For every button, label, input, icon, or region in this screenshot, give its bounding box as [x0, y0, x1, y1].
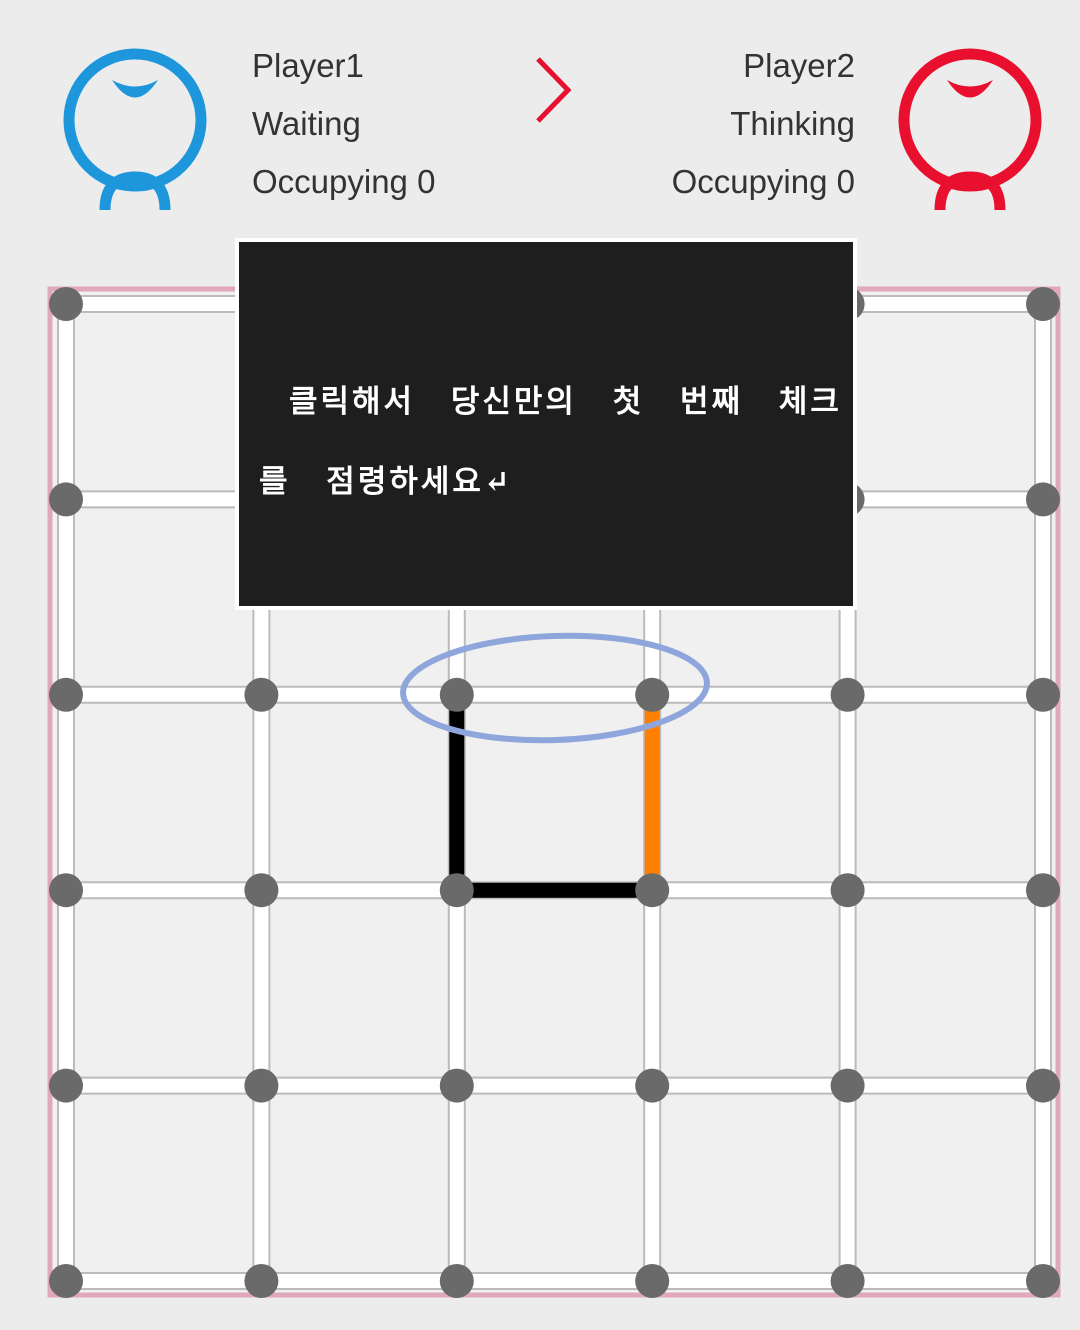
grid-dot[interactable] — [244, 1264, 279, 1298]
grid-dot[interactable] — [1026, 677, 1060, 712]
grid-dot[interactable] — [1026, 873, 1060, 908]
player1-name: Player1 — [252, 47, 364, 84]
player2-score: Occupying 0 — [671, 163, 855, 200]
player2-info: Player2 Thinking Occupying 0 — [672, 37, 855, 211]
grid-dot[interactable] — [49, 287, 83, 321]
grid-dot[interactable] — [830, 873, 865, 908]
grid-dot[interactable] — [635, 1264, 670, 1298]
player1-score: Occupying 0 — [252, 163, 436, 200]
grid-dot[interactable] — [439, 677, 474, 712]
grid-dot[interactable] — [49, 1264, 83, 1298]
grid-dot[interactable] — [244, 1068, 279, 1103]
grid-dot[interactable] — [1026, 287, 1060, 321]
grid-dot[interactable] — [1026, 1264, 1060, 1298]
player1-avatar-icon — [63, 48, 207, 211]
grid-dot[interactable] — [439, 873, 474, 908]
grid-dot[interactable] — [830, 1068, 865, 1103]
player2-avatar-icon — [898, 48, 1042, 211]
grid-dot[interactable] — [244, 677, 279, 712]
grid-dot[interactable] — [1026, 1068, 1060, 1103]
grid-dot[interactable] — [635, 1068, 670, 1103]
player1-status: Waiting — [252, 105, 361, 142]
annotation-overlay: 클릭해서 당신만의 첫 번째 체크를 점령하세요↵ — [235, 238, 857, 610]
annotation-text: 클릭해서 당신만의 첫 번째 체크를 점령하세요↵ — [259, 384, 842, 500]
player1-info: Player1 Waiting Occupying 0 — [252, 37, 435, 211]
grid-dot[interactable] — [830, 1264, 865, 1298]
player2-status: Thinking — [730, 105, 855, 142]
player2-name: Player2 — [743, 47, 855, 84]
grid-dot[interactable] — [830, 677, 865, 712]
grid-dot[interactable] — [439, 1264, 474, 1298]
chevron-right-icon — [536, 57, 572, 123]
grid-dot[interactable] — [635, 677, 670, 712]
grid-dot[interactable] — [49, 873, 83, 908]
grid-dot[interactable] — [49, 1068, 83, 1103]
grid-dot[interactable] — [49, 677, 83, 712]
grid-dot[interactable] — [244, 873, 279, 908]
grid-dot[interactable] — [49, 482, 83, 517]
grid-dot[interactable] — [439, 1068, 474, 1103]
grid-dot[interactable] — [635, 873, 670, 908]
grid-dot[interactable] — [1026, 482, 1060, 517]
